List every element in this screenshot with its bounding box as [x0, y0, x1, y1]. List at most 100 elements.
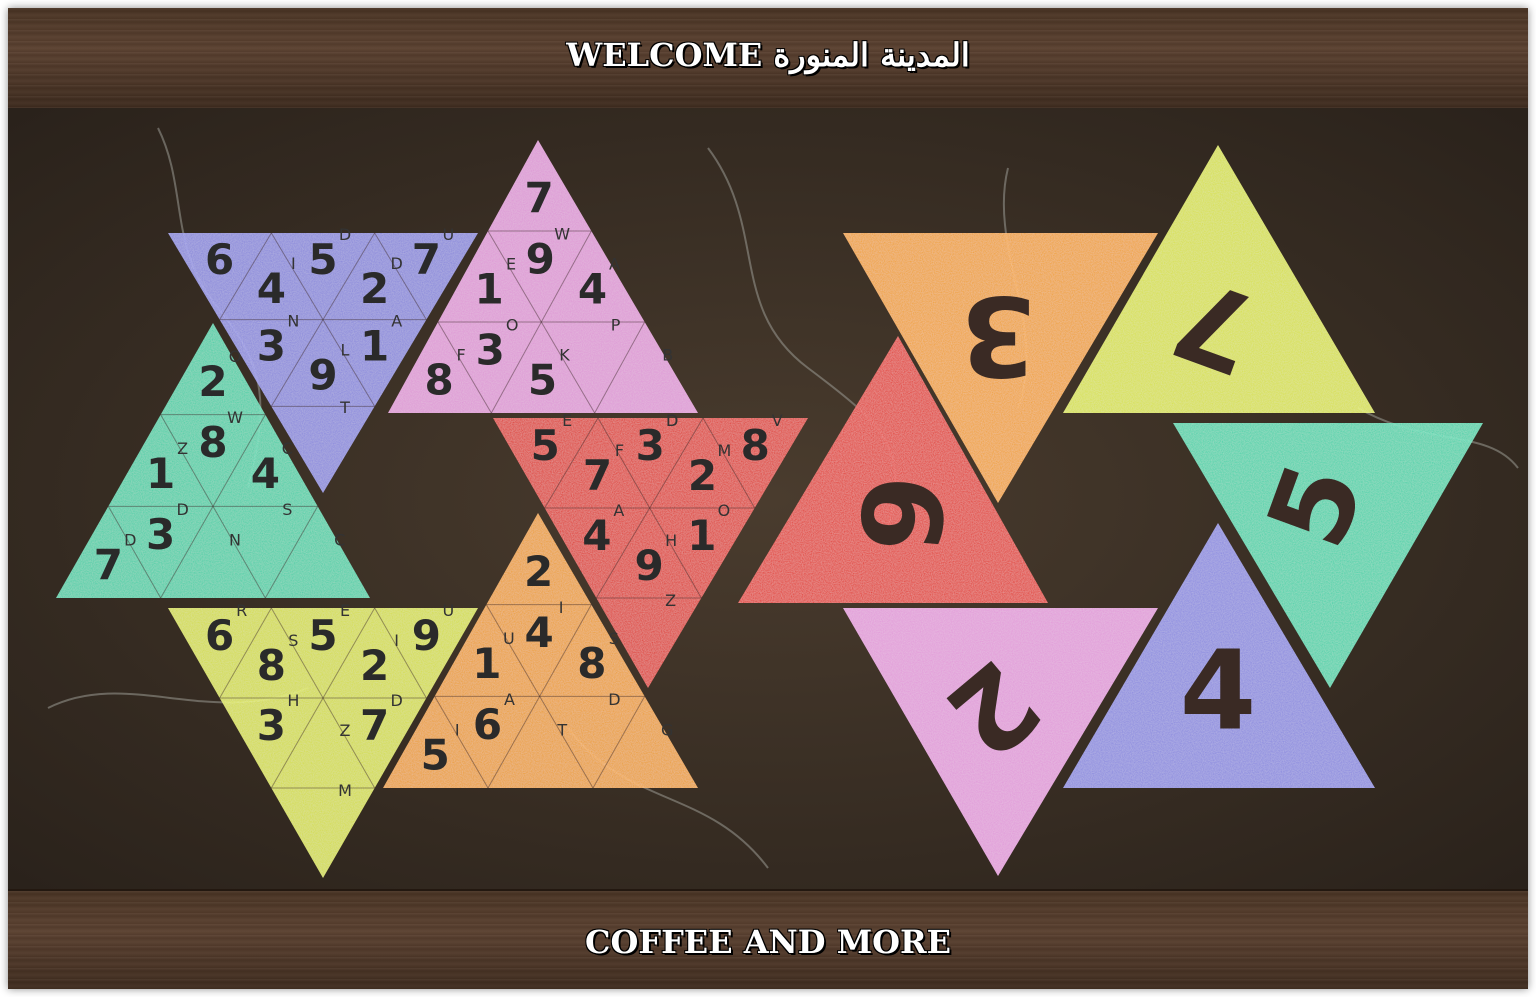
piece-digit: 2 — [360, 264, 389, 313]
piece-digit: 2 — [360, 641, 389, 690]
piece-letter: U — [503, 629, 515, 648]
piece-letter: B — [662, 346, 673, 365]
piece-digit: 5 — [531, 421, 560, 470]
piece-letter: T — [339, 398, 350, 417]
piece-letter: H — [665, 531, 677, 550]
piece-digit: 9 — [308, 350, 337, 399]
top-wood-banner: WELCOME المدينة المنورة — [8, 8, 1528, 110]
piece-digit: 1 — [687, 511, 716, 560]
piece-letter: R — [236, 601, 247, 620]
piece-letter: N — [287, 312, 299, 331]
piece-digit: 4 — [251, 449, 280, 498]
piece-letter: D — [608, 690, 620, 709]
piece-digit: 7 — [583, 451, 612, 500]
piece-letter: C — [282, 439, 293, 458]
bottom-wood-banner: COFFEE AND MORE — [8, 889, 1528, 989]
piece-letter: A — [391, 312, 402, 331]
piece-letter: F — [457, 346, 466, 365]
piece-digit: 4 — [582, 511, 611, 560]
welcome-word: WELCOME — [566, 36, 763, 74]
piece-letter: I — [559, 598, 564, 617]
stone-wall-board: 65437219DINUDALT7194835EWAFOKPB218473ZWC… — [8, 108, 1528, 889]
piece-digit: 8 — [577, 639, 606, 688]
piece-letter: D — [391, 254, 403, 273]
piece-digit: 1 — [146, 449, 175, 498]
piece-letter: U — [442, 601, 454, 620]
piece-digit: 2 — [688, 451, 717, 500]
piece-letter: F — [615, 441, 624, 460]
city-name-arabic: المدينة المنورة — [773, 36, 970, 74]
piece-digit: 8 — [198, 418, 227, 467]
piece-digit: 7 — [360, 701, 389, 750]
piece-digit: 5 — [421, 730, 450, 779]
piece-digit: 5 — [528, 356, 557, 405]
piece-digit: 8 — [741, 421, 770, 470]
piece-digit: 4 — [257, 264, 286, 313]
piece-letter: S — [288, 631, 298, 650]
piece-digit: 2 — [524, 547, 553, 596]
piece-letter: W — [227, 408, 243, 427]
piece-letter: H — [287, 691, 299, 710]
piece-letter: W — [554, 224, 570, 243]
piece-digit: 1 — [472, 639, 501, 688]
tile-digit: 6 — [834, 470, 968, 557]
welcome-heading: WELCOME المدينة المنورة — [8, 36, 1528, 74]
piece-letter: L — [341, 340, 350, 359]
piece-digit: 7 — [412, 235, 441, 284]
piece-letter: S — [609, 629, 619, 648]
piece-digit: 9 — [412, 611, 441, 660]
piece-letter: C — [334, 530, 345, 549]
piece-digit: 1 — [360, 322, 389, 371]
piece-digit: 4 — [524, 608, 553, 657]
piece-letter: O — [506, 315, 519, 334]
piece-letter: U — [442, 225, 454, 244]
piece-letter: I — [291, 254, 296, 273]
piece-digit: 3 — [476, 325, 505, 374]
piece-letter: Z — [177, 439, 188, 458]
piece-letter: A — [504, 690, 515, 709]
piece-letter: O — [229, 347, 242, 366]
piece-digit: 3 — [146, 510, 175, 559]
piece-letter: V — [772, 411, 783, 430]
piece-digit: 3 — [257, 322, 286, 371]
piece-letter: D — [666, 411, 678, 430]
piece-digit: 3 — [257, 701, 286, 750]
piece-letter: Z — [665, 591, 676, 610]
piece-letter: M — [338, 781, 352, 800]
piece-letter: K — [559, 346, 570, 365]
piece-letter: O — [718, 501, 731, 520]
piece-letter: D — [124, 530, 136, 549]
piece-digit: 6 — [473, 700, 502, 749]
piece-letter: G — [661, 720, 673, 739]
piece-digit: 2 — [198, 357, 227, 406]
piece-letter: I — [394, 631, 399, 650]
piece-digit: 8 — [424, 356, 453, 405]
piece-letter: Z — [340, 721, 351, 740]
piece-digit: 7 — [94, 540, 123, 589]
piece-digit: 7 — [524, 174, 553, 223]
piece-letter: P — [611, 315, 621, 334]
piece-digit: 6 — [205, 611, 234, 660]
piece-digit: 4 — [578, 265, 607, 314]
piece-letter: D — [177, 500, 189, 519]
piece-letter: E — [340, 601, 350, 620]
piece-digit: 9 — [634, 541, 663, 590]
piece-letter: E — [506, 255, 516, 274]
piece-letter: I — [455, 720, 460, 739]
piece-digit: 9 — [526, 234, 555, 283]
piece-digit: 3 — [636, 421, 665, 470]
piece-letter: A — [613, 501, 624, 520]
poster-frame: WELCOME المدينة المنورة 6 5 4 3 7 2 1 9 … — [8, 8, 1528, 989]
piece-digit: 5 — [308, 611, 337, 660]
piece-digit: 6 — [205, 235, 234, 284]
piece-digit: 8 — [257, 641, 286, 690]
puzzle-board: 6 5437219DINUDALT7194835EWAFOKPB218473ZWC… — [8, 108, 1528, 889]
piece-letter: A — [609, 255, 620, 274]
tagline: COFFEE AND MORE — [585, 923, 951, 961]
piece-letter: E — [562, 411, 572, 430]
piece-digit: 5 — [308, 235, 337, 284]
piece-letter: M — [718, 441, 732, 460]
piece-letter: S — [282, 500, 292, 519]
tile-digit: 3 — [960, 272, 1037, 400]
piece-letter: N — [229, 530, 241, 549]
